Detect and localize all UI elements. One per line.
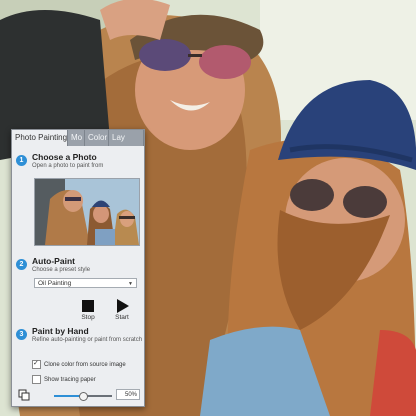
- tab-mo[interactable]: Mo: [68, 130, 85, 146]
- tracing-paper-option[interactable]: Show tracing paper: [32, 375, 96, 384]
- source-photo-thumbnail[interactable]: [34, 178, 140, 246]
- clone-color-option[interactable]: Clone color from source image: [32, 359, 126, 369]
- choose-photo-title: Choose a Photo: [32, 152, 97, 162]
- tab-lay[interactable]: Lay: [109, 130, 144, 146]
- step-3-icon: 3: [16, 329, 27, 340]
- auto-paint-subtitle: Choose a preset style: [32, 267, 91, 273]
- zoom-value-field[interactable]: 50%: [116, 389, 140, 400]
- tab-color[interactable]: Color: [85, 130, 109, 146]
- paint-by-hand-subtitle: Refine auto-painting or paint from scrat…: [32, 337, 143, 343]
- choose-photo-subtitle: Open a photo to paint from: [32, 163, 104, 169]
- paint-by-hand-title: Paint by Hand: [32, 326, 89, 336]
- preset-style-dropdown[interactable]: Oil Painting ▼: [34, 278, 137, 288]
- preset-style-value: Oil Painting: [38, 280, 72, 287]
- tracing-paper-checkbox[interactable]: [32, 375, 41, 384]
- tab-photo-painting[interactable]: Photo Painting: [12, 130, 68, 146]
- step-1-icon: 1: [16, 155, 27, 166]
- start-label: Start: [115, 314, 129, 321]
- tracing-paper-label: Show tracing paper: [44, 377, 96, 384]
- panel-tabs: Photo Painting Mo Color Lay: [12, 130, 144, 146]
- zoom-bar: 50%: [12, 388, 144, 402]
- dropdown-arrow-icon: ▼: [128, 281, 133, 287]
- clone-color-checkbox[interactable]: [32, 359, 41, 369]
- zoom-slider-handle[interactable]: [79, 392, 88, 401]
- photo-painting-panel: Photo Painting Mo Color Lay 1 Choose a P…: [11, 129, 145, 407]
- stop-label: Stop: [81, 314, 95, 321]
- auto-paint-title: Auto-Paint: [32, 256, 75, 266]
- layers-icon[interactable]: [18, 389, 30, 401]
- clone-color-label: Clone color from source image: [44, 362, 126, 369]
- step-2-icon: 2: [16, 259, 27, 270]
- zoom-slider[interactable]: [54, 392, 112, 401]
